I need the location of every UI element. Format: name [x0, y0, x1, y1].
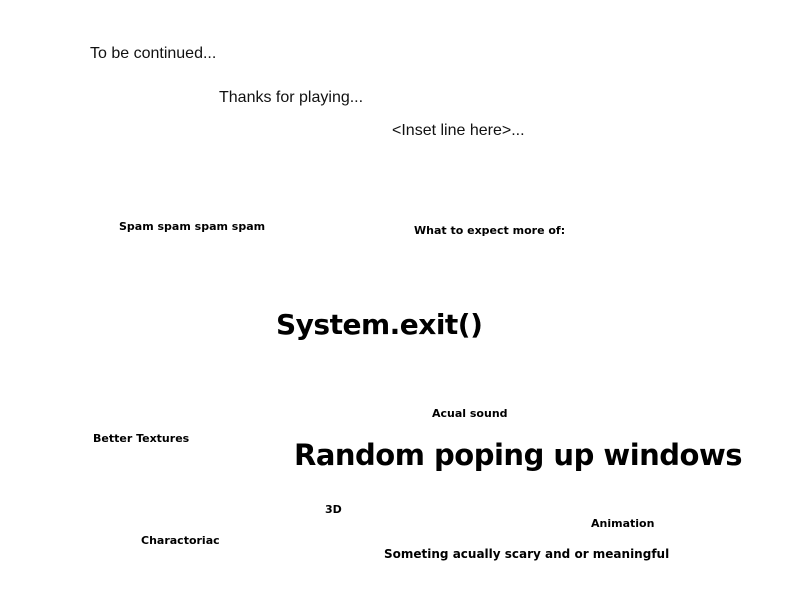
feature-scary-meaningful: Someting acually scary and or meaningful: [384, 547, 670, 561]
thanks-for-playing-text: Thanks for playing...: [219, 89, 364, 106]
feature-charactoriac: Charactoriac: [141, 534, 220, 547]
feature-3d: 3D: [325, 503, 342, 516]
feature-actual-sound: Acual sound: [432, 407, 508, 420]
feature-better-textures: Better Textures: [93, 432, 190, 445]
spam-text: Spam spam spam spam: [119, 220, 266, 233]
credits-screen: To be continued... Thanks for playing...…: [0, 0, 800, 600]
expect-heading: What to expect more of:: [414, 224, 566, 237]
inset-line-placeholder-text: <Inset line here>...: [392, 122, 525, 139]
to-be-continued-text: To be continued...: [90, 45, 217, 62]
feature-animation: Animation: [591, 517, 655, 530]
feature-random-popups: Random poping up windows: [294, 438, 743, 472]
system-exit-text: System.exit(): [276, 308, 483, 341]
